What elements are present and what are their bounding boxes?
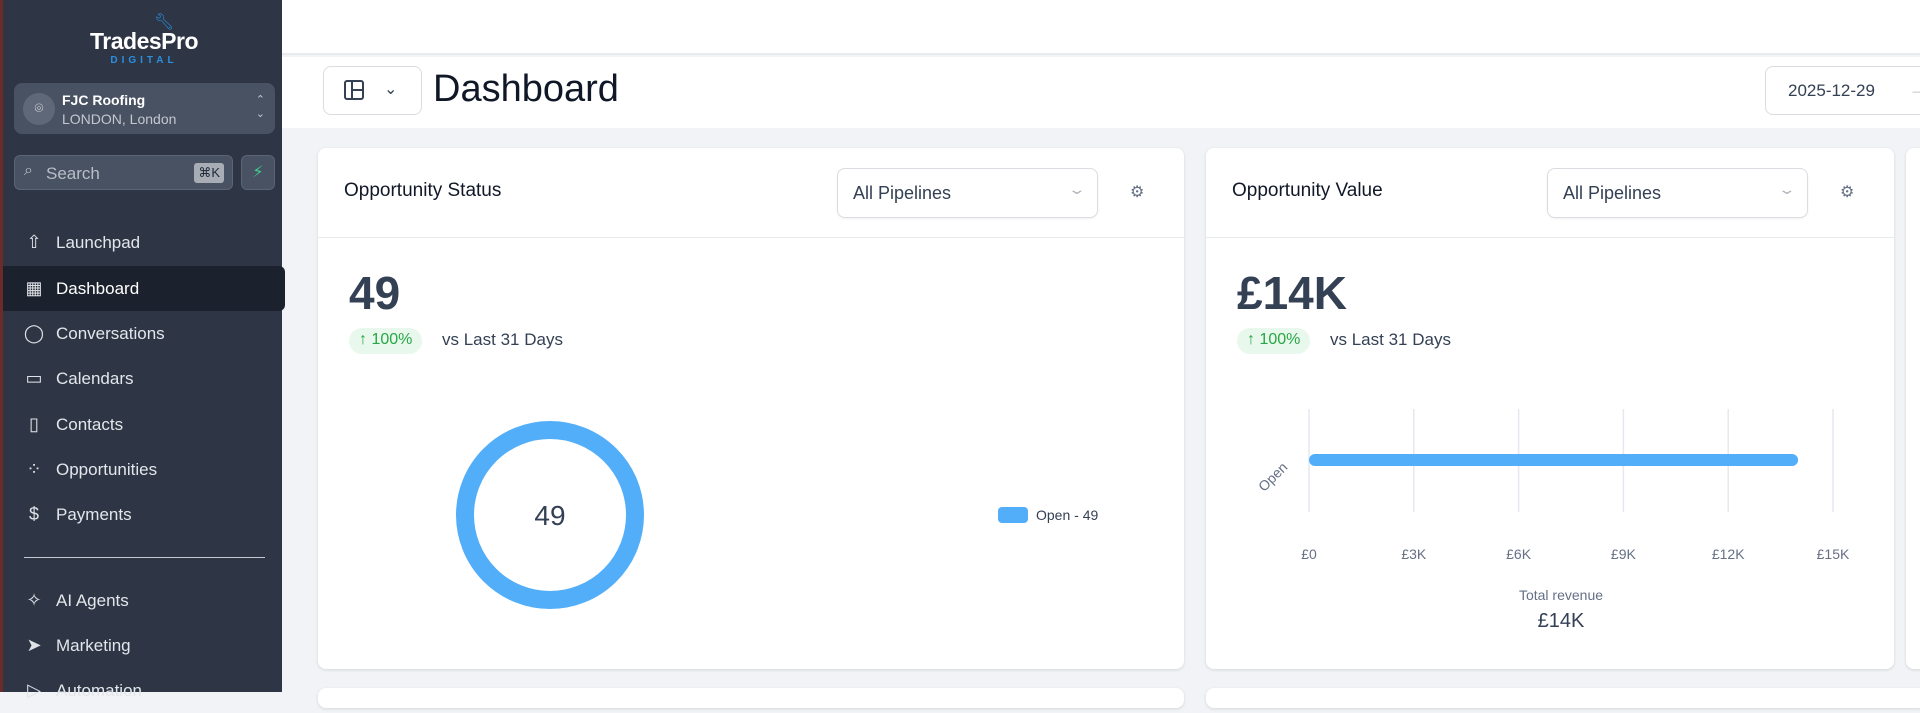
sidebar-item-launchpad[interactable]: ⇧ Launchpad — [3, 220, 285, 265]
opportunity-value-card: Opportunity Value All Pipelines ⌄ ⚙︎ £14… — [1206, 148, 1894, 669]
sidebar: 🔧︎ TradesPro DIGITAL ⌾ FJC Roofing LONDO… — [0, 0, 285, 700]
sidebar-item-ai-agents[interactable]: ✧ AI Agents — [3, 578, 285, 623]
search-placeholder: Search — [46, 164, 100, 183]
bolt-icon: ⚡︎ — [252, 164, 264, 181]
sidebar-item-label: Calendars — [56, 369, 134, 388]
x-tick-label: £9K — [1610, 546, 1636, 562]
search-icon: ⌕ — [24, 162, 33, 179]
location-switcher[interactable]: ⌾ FJC Roofing LONDON, London ⌃ ⌄ — [14, 83, 275, 134]
rocket-icon: ⇧ — [26, 232, 42, 252]
wrench-icon: 🔧︎ — [153, 14, 175, 31]
x-tick-label: £12K — [1711, 546, 1745, 562]
donut-chart: 49 Open - 49 — [456, 421, 1098, 609]
payments-icon: $ — [28, 504, 39, 524]
sidebar-item-calendars[interactable]: ▭ Calendars — [3, 356, 285, 401]
search-input[interactable]: ⌕ Search ⌘K — [14, 155, 233, 190]
top-bar — [282, 0, 1920, 55]
y-tick-open: Open — [1255, 459, 1291, 495]
brand-name: TradesPro — [90, 28, 199, 54]
x-tick-label: £0 — [1301, 546, 1317, 562]
sidebar-item-label: Marketing — [56, 636, 131, 655]
sidebar-item-label: Contacts — [56, 415, 124, 434]
bottom-card — [318, 688, 1184, 708]
sidebar-item-label: Conversations — [56, 324, 165, 343]
date-range-picker[interactable]: 2025-12-29 → — [1765, 66, 1920, 115]
automation-icon: ▷ — [27, 680, 41, 700]
x-tick-label: £15K — [1816, 546, 1850, 562]
search-shortcut: ⌘K — [194, 163, 224, 183]
x-tick-label: £3K — [1401, 546, 1427, 562]
legend-swatch-open — [998, 507, 1028, 523]
chat-bubble-icon: ◯ — [23, 323, 45, 343]
sidebar-item-label: Automation — [56, 681, 142, 700]
contacts-book-icon: ▯ — [29, 414, 39, 434]
send-icon: ➤ — [26, 635, 42, 655]
arrow-right-icon: → — [1909, 79, 1920, 99]
location-name: FJC Roofing — [62, 92, 146, 108]
nav-divider — [24, 557, 265, 558]
x-axis-label: Total revenue — [1518, 587, 1604, 603]
bar-open[interactable] — [1309, 454, 1799, 466]
brand-logo[interactable]: 🔧︎ TradesPro DIGITAL — [3, 12, 285, 66]
quick-action-button[interactable]: ⚡︎ — [241, 155, 275, 190]
location-sub: LONDON, London — [62, 111, 177, 127]
sidebar-item-label: Dashboard — [56, 279, 140, 298]
sidebar-item-dashboard[interactable]: ▦ Dashboard — [3, 266, 285, 311]
sidebar-item-label: AI Agents — [56, 591, 129, 610]
sidebar-item-opportunities[interactable]: ⁘ Opportunities — [3, 447, 285, 492]
start-date: 2025-12-29 — [1788, 81, 1875, 100]
sidebar-item-label: Launchpad — [56, 233, 141, 252]
page-title: Dashboard — [433, 68, 619, 110]
total-revenue-value: £14K — [1537, 610, 1585, 632]
sparkle-icon: ✧ — [26, 590, 42, 610]
dashboard-icon: ▦ — [25, 278, 43, 298]
next-card-edge — [1906, 148, 1920, 669]
sidebar-item-marketing[interactable]: ➤ Marketing — [3, 623, 285, 668]
sidebar-item-label: Payments — [56, 505, 132, 524]
bottom-card — [1206, 688, 1920, 708]
sidebar-item-contacts[interactable]: ▯ Contacts — [3, 402, 285, 447]
sidebar-item-payments[interactable]: $ Payments — [3, 492, 285, 537]
donut-center-label: 49 — [534, 500, 565, 531]
opportunities-icon: ⁘ — [26, 459, 42, 479]
sidebar-item-automation[interactable]: ▷ Automation — [3, 668, 285, 713]
sidebar-item-label: Opportunities — [56, 460, 158, 479]
layout-icon — [344, 80, 364, 100]
location-pin-icon: ⌾ — [23, 93, 55, 125]
brand-sub: DIGITAL — [110, 55, 178, 66]
layout-switcher-button[interactable]: ⌄ — [323, 66, 422, 115]
chevron-down-icon: ⌄ — [384, 81, 398, 98]
chevron-up-down-icon: ⌃ ⌄ — [255, 94, 265, 120]
sidebar-item-conversations[interactable]: ◯ Conversations — [3, 311, 285, 356]
legend-label-open[interactable]: Open - 49 — [1036, 507, 1098, 523]
x-tick-label: £6K — [1506, 546, 1532, 562]
opportunity-status-card: Opportunity Status All Pipelines ⌄ ⚙︎ 49… — [318, 148, 1184, 669]
calendar-icon: ▭ — [25, 368, 43, 388]
